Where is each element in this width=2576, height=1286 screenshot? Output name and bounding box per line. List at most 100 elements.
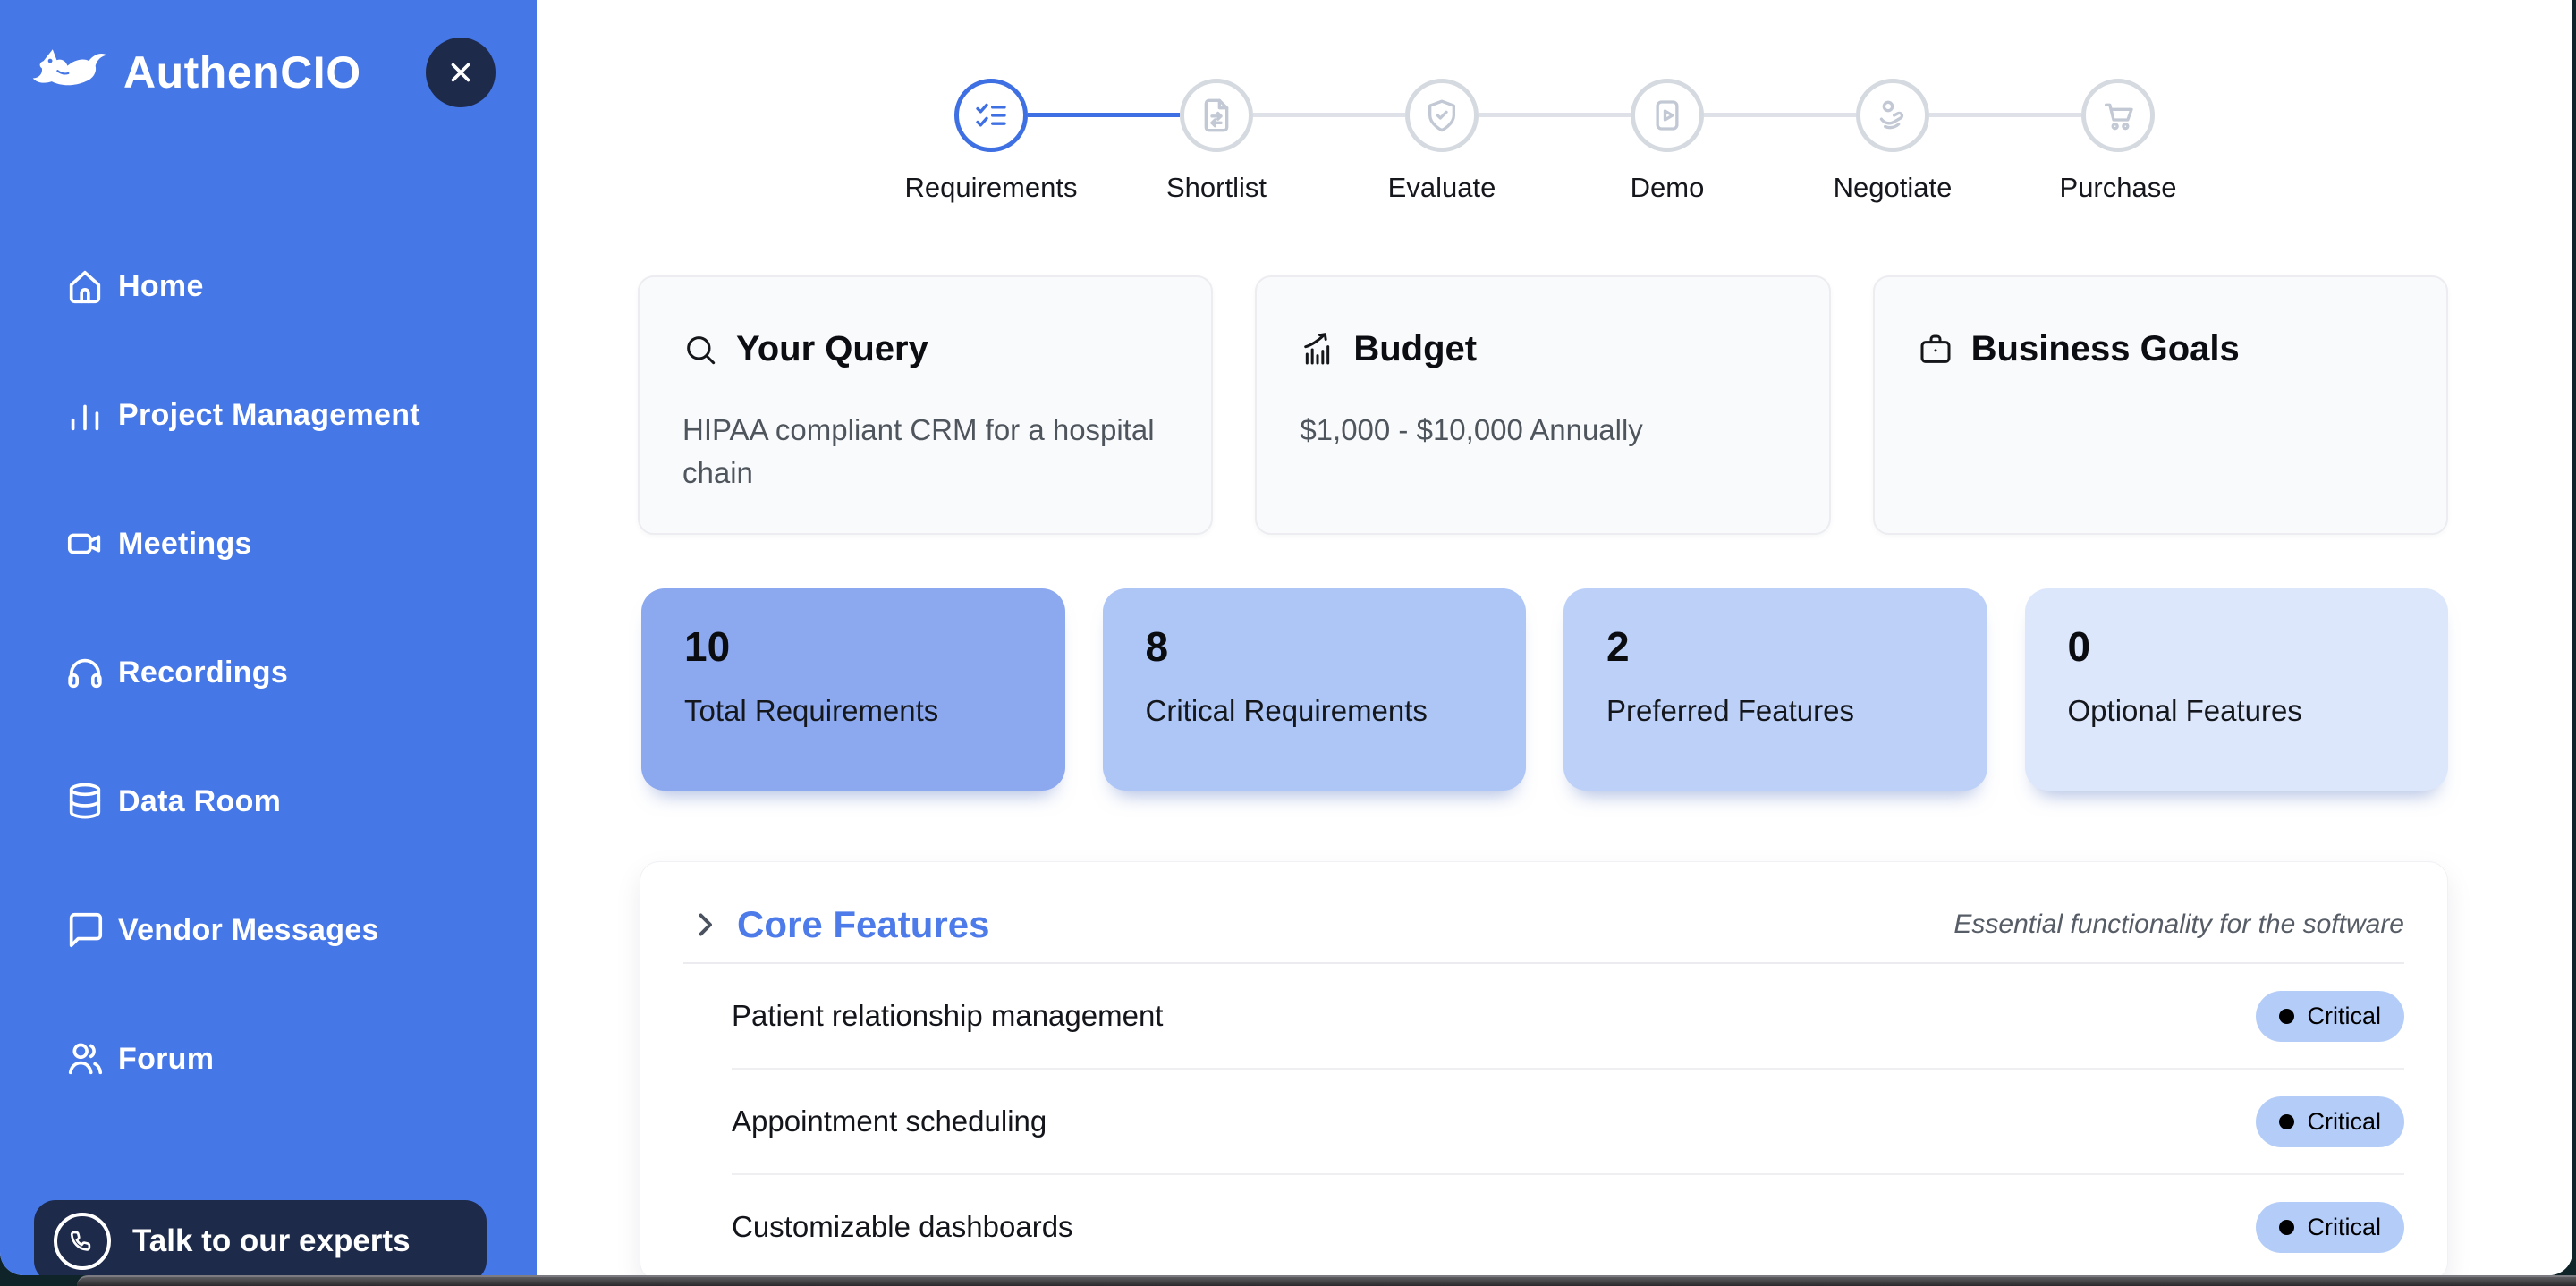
business-goals-card: Business Goals [1873,275,2448,535]
stat-preferred-features: 2 Preferred Features [1563,588,1987,791]
step-purchase[interactable]: Purchase [2005,79,2231,204]
stat-label: Total Requirements [684,694,1022,728]
feature-list: Patient relationship management Critical… [732,964,2404,1275]
home-icon [64,266,106,307]
chart-icon [1300,332,1335,368]
sidebar: AuthenCIO Home [0,0,537,1275]
step-label: Requirements [905,172,1078,204]
step-circle [1856,79,1929,152]
feature-name: Appointment scheduling [732,1104,1046,1138]
app-logo-text: AuthenCIO [123,47,361,98]
sidebar-item-project-management[interactable]: Project Management [64,390,537,440]
sidebar-item-vendor-messages[interactable]: Vendor Messages [64,905,537,955]
stat-cards-row: 10 Total Requirements 8 Critical Require… [537,588,2572,791]
stat-value: 10 [684,626,1022,667]
cart-icon [2100,97,2136,133]
query-text: HIPAA compliant CRM for a hospital chain [682,409,1168,495]
sidebar-item-home[interactable]: Home [64,261,537,311]
main-content: Requirements Shortlist [537,0,2572,1275]
stat-label: Optional Features [2068,694,2406,728]
card-title: Business Goals [1971,329,2240,369]
sidebar-item-recordings[interactable]: Recordings [64,647,537,698]
feature-row: Patient relationship management Critical [732,964,2404,1070]
priority-label: Critical [2307,1108,2381,1136]
headphones-icon [64,652,106,693]
document-arrows-icon [1199,97,1234,133]
step-circle [1631,79,1704,152]
sidebar-item-data-room[interactable]: Data Room [64,776,537,826]
sidebar-item-meetings[interactable]: Meetings [64,519,537,569]
dot-icon [2279,1114,2294,1129]
feature-name: Customizable dashboards [732,1210,1073,1244]
stat-label: Preferred Features [1606,694,1945,728]
priority-badge: Critical [2256,991,2404,1042]
purchase-stepper: Requirements Shortlist [537,79,2572,204]
stat-label: Critical Requirements [1146,694,1484,728]
dot-icon [2279,1009,2294,1024]
chevron-right-icon [689,909,721,941]
sidebar-item-forum[interactable]: Forum [64,1034,537,1084]
priority-badge: Critical [2256,1096,2404,1147]
step-demo[interactable]: Demo [1555,79,1780,204]
your-query-card: Your Query HIPAA compliant CRM for a hos… [638,275,1213,535]
briefcase-icon [1918,332,1953,368]
feature-row: Customizable dashboards Critical [732,1175,2404,1275]
sidebar-nav: Home Project Management Meetings [0,261,537,1084]
handshake-icon [1875,97,1911,133]
stat-optional-features: 0 Optional Features [2025,588,2449,791]
summary-cards-row: Your Query HIPAA compliant CRM for a hos… [537,275,2572,535]
step-shortlist[interactable]: Shortlist [1104,79,1329,204]
sidebar-item-label: Data Room [118,784,281,819]
core-features-title: Core Features [737,903,989,946]
stat-value: 8 [1146,626,1484,667]
sidebar-item-label: Meetings [118,527,252,562]
shield-check-icon [1424,97,1460,133]
app-window: AuthenCIO Home [0,0,2572,1275]
video-camera-icon [64,523,106,564]
feature-name: Patient relationship management [732,999,1163,1033]
sidebar-item-label: Vendor Messages [118,913,379,948]
core-features-header[interactable]: Core Features Essential functionality fo… [683,862,2404,964]
priority-label: Critical [2307,1003,2381,1030]
step-circle [1405,79,1479,152]
priority-badge: Critical [2256,1202,2404,1253]
stat-value: 2 [1606,626,1945,667]
sidebar-item-label: Recordings [118,656,288,690]
logo-row: AuthenCIO [0,0,537,107]
talk-to-experts-label: Talk to our experts [132,1223,411,1259]
stat-value: 0 [2068,626,2406,667]
database-icon [64,781,106,822]
step-label: Negotiate [1834,172,1953,204]
budget-card: Budget $1,000 - $10,000 Annually [1255,275,1830,535]
sidebar-item-label: Home [118,269,204,304]
core-features-subtitle: Essential functionality for the software [1953,910,2404,940]
sidebar-item-label: Project Management [118,398,420,433]
step-label: Evaluate [1388,172,1496,204]
desktop: AuthenCIO Home [0,0,2576,1286]
macos-dock[interactable] [77,1275,2576,1286]
step-circle [954,79,1028,152]
step-requirements[interactable]: Requirements [878,79,1104,204]
priority-label: Critical [2307,1214,2381,1241]
stat-critical-requirements: 8 Critical Requirements [1103,588,1527,791]
step-label: Demo [1631,172,1705,204]
feature-row: Appointment scheduling Critical [732,1070,2404,1175]
chat-bubble-icon [64,910,106,951]
talk-to-experts-button[interactable]: Talk to our experts [34,1200,487,1275]
step-label: Shortlist [1166,172,1267,204]
dog-logo-icon [30,40,113,105]
play-icon [1649,97,1685,133]
step-negotiate[interactable]: Negotiate [1780,79,2005,204]
users-icon [64,1038,106,1079]
step-label: Purchase [2060,172,2177,204]
step-circle [2081,79,2155,152]
checklist-icon [973,97,1009,133]
card-title: Your Query [736,329,928,369]
bar-chart-icon [64,394,106,436]
phone-icon [54,1213,111,1270]
stat-total-requirements: 10 Total Requirements [641,588,1065,791]
close-sidebar-button[interactable] [426,38,496,107]
step-evaluate[interactable]: Evaluate [1329,79,1555,204]
core-features-card: Core Features Essential functionality fo… [640,861,2448,1275]
budget-text: $1,000 - $10,000 Annually [1300,409,1785,452]
